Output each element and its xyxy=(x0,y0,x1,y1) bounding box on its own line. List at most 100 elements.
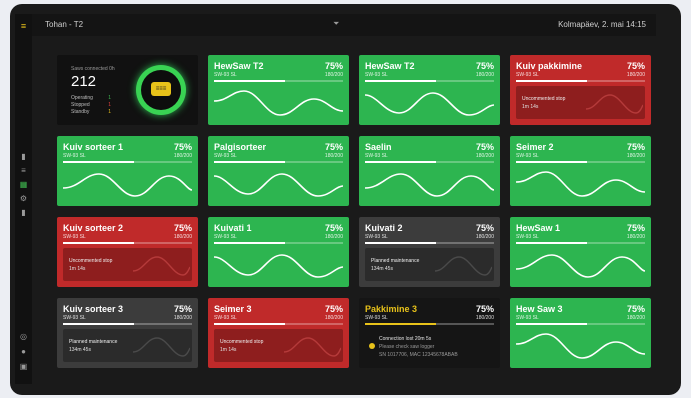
machine-card[interactable]: HewSaw T2 75% SW-93 SL 180/200 xyxy=(359,55,500,125)
device-id: SN 1017706, MAC 12345678ABAB xyxy=(379,352,458,358)
report-icon[interactable]: ▮ xyxy=(19,208,28,217)
machine-card[interactable]: Kuivati 2 75% SW-93 SL 180/200 Planned m… xyxy=(359,217,500,287)
machine-percent: 75% xyxy=(173,223,192,233)
machine-card[interactable]: Saelin 75% SW-93 SL 180/200 xyxy=(359,136,500,206)
user-icon[interactable]: ● xyxy=(19,347,28,356)
machine-percent: 75% xyxy=(324,304,343,314)
summary-row-operating: Operating 1 xyxy=(71,95,111,101)
summary-row-label: Operating xyxy=(71,95,93,101)
machine-card[interactable]: Seimer 3 75% SW-93 SL 180/200 Uncommente… xyxy=(208,298,349,368)
machine-name: Kuivati 2 xyxy=(365,223,403,233)
machine-name: Palgisorteer xyxy=(214,142,267,152)
sparkline xyxy=(214,90,343,116)
machine-card[interactable]: Kuiv sorteer 3 75% SW-93 SL 180/200 Plan… xyxy=(57,298,198,368)
summary-card[interactable]: Saws connected 0h 212 Operating 1 Stopped… xyxy=(57,55,198,125)
status-ring: ≡≡≡ xyxy=(136,65,186,115)
summary-row-label: Stopped xyxy=(71,102,90,108)
progress-bar xyxy=(516,242,645,244)
faded-sparkline xyxy=(133,337,190,357)
machine-percent: 75% xyxy=(626,61,645,71)
logout-icon[interactable]: ▣ xyxy=(19,362,28,371)
summary-row-standby: Standby 1 xyxy=(71,109,111,115)
sparkline xyxy=(63,173,192,197)
filter-icon[interactable]: ⏷ xyxy=(333,19,339,29)
faded-sparkline xyxy=(435,256,492,276)
machine-model: SW-93 SL xyxy=(214,234,237,240)
machine-model: SW-93 SL xyxy=(516,153,539,159)
machine-count: 180/200 xyxy=(626,153,645,159)
machine-model: SW-93 SL xyxy=(214,315,237,321)
machine-model: SW-93 SL xyxy=(63,315,86,321)
machine-count: 180/200 xyxy=(626,234,645,240)
machine-card[interactable]: Kuiv pakkimine 75% SW-93 SL 180/200 Unco… xyxy=(510,55,651,125)
globe-icon[interactable]: ◎ xyxy=(19,332,28,341)
machine-card[interactable]: Kuiv sorteer 1 75% SW-93 SL 180/200 xyxy=(57,136,198,206)
machine-model: SW-93 SL xyxy=(63,153,86,159)
summary-row-label: Standby xyxy=(71,109,90,115)
sparkline xyxy=(516,254,645,278)
settings-icon[interactable]: ⚙ xyxy=(19,194,28,203)
sparkline xyxy=(214,173,343,197)
status-message-title: Uncommented stop xyxy=(220,339,264,345)
status-message-title: Uncommented stop xyxy=(69,258,113,264)
machine-card[interactable]: Seimer 2 75% SW-93 SL 180/200 xyxy=(510,136,651,206)
machine-name: Seimer 2 xyxy=(516,142,554,152)
machine-name: HewSaw T2 xyxy=(365,61,415,71)
status-message-title: Uncommented stop xyxy=(522,96,566,102)
machine-model: SW-93 SL xyxy=(516,315,539,321)
machine-percent: 75% xyxy=(626,142,645,152)
faded-sparkline xyxy=(284,337,341,357)
status-message-duration: 134m 45s xyxy=(69,347,91,353)
machine-name: Kuivati 1 xyxy=(214,223,252,233)
machine-name: Kuiv sorteer 2 xyxy=(63,223,124,233)
machine-name: Saelin xyxy=(365,142,392,152)
machine-count: 180/200 xyxy=(475,234,494,240)
chart-icon[interactable]: ▮ xyxy=(19,152,28,161)
date-time: Kolmapäev, 2. mai 14:15 xyxy=(558,20,646,29)
machine-count: 180/200 xyxy=(475,315,494,321)
machine-percent: 75% xyxy=(626,304,645,314)
status-message: Planned maintenance 134m 45s xyxy=(365,248,494,281)
progress-bar xyxy=(365,242,494,244)
connection-hint: Please check saw logger xyxy=(379,344,435,350)
machine-count: 180/200 xyxy=(173,315,192,321)
machine-model: SW-93 SL xyxy=(214,153,237,159)
machine-percent: 75% xyxy=(475,142,494,152)
progress-bar xyxy=(214,161,343,163)
machine-model: SW-93 SL xyxy=(365,72,388,78)
connection-status: Connection lost 20m 5s xyxy=(379,336,432,342)
machine-name: HewSaw 1 xyxy=(516,223,561,233)
machine-count: 180/200 xyxy=(324,153,343,159)
machine-card[interactable]: Palgisorteer 75% SW-93 SL 180/200 xyxy=(208,136,349,206)
machine-name: Pakkimine 3 xyxy=(365,304,418,314)
summary-label: Saws connected 0h xyxy=(71,66,115,72)
machine-count: 180/200 xyxy=(626,315,645,321)
list-icon[interactable]: ≡ xyxy=(19,166,28,175)
progress-bar xyxy=(214,323,343,325)
summary-row-stopped: Stopped 1 xyxy=(71,102,111,108)
machine-card[interactable]: Pakkimine 3 75% SW-93 SL 180/200 Connect… xyxy=(359,298,500,368)
status-message-duration: 1m 14s xyxy=(69,266,86,272)
machine-model: SW-93 SL xyxy=(214,72,237,78)
machine-card[interactable]: Kuivati 1 75% SW-93 SL 180/200 xyxy=(208,217,349,287)
machine-card[interactable]: HewSaw T2 75% SW-93 SL 180/200 xyxy=(208,55,349,125)
machine-count: 180/200 xyxy=(173,153,192,159)
machine-count: 180/200 xyxy=(324,315,343,321)
machine-percent: 75% xyxy=(324,223,343,233)
machine-card[interactable]: HewSaw 1 75% SW-93 SL 180/200 xyxy=(510,217,651,287)
grid-icon[interactable]: ▦ xyxy=(19,180,28,189)
top-bar: Tohan - T2 ⏷ Kolmapäev, 2. mai 14:15 xyxy=(32,14,656,36)
status-message-duration: 1m 14s xyxy=(220,347,237,353)
machine-percent: 75% xyxy=(173,142,192,152)
summary-value: 212 xyxy=(71,73,97,90)
status-message: Uncommented stop 1m 14s xyxy=(63,248,192,281)
machine-name: Kuiv sorteer 3 xyxy=(63,304,124,314)
status-message-title: Planned maintenance xyxy=(371,258,420,264)
menu-icon[interactable]: ≡ xyxy=(19,22,28,31)
progress-bar xyxy=(365,80,494,82)
machine-card[interactable]: Kuiv sorteer 2 75% SW-93 SL 180/200 Unco… xyxy=(57,217,198,287)
summary-row-value: 1 xyxy=(108,95,111,101)
machine-card[interactable]: Hew Saw 3 75% SW-93 SL 180/200 xyxy=(510,298,651,368)
machine-name: Kuiv pakkimine xyxy=(516,61,583,71)
sparkline xyxy=(365,173,494,197)
